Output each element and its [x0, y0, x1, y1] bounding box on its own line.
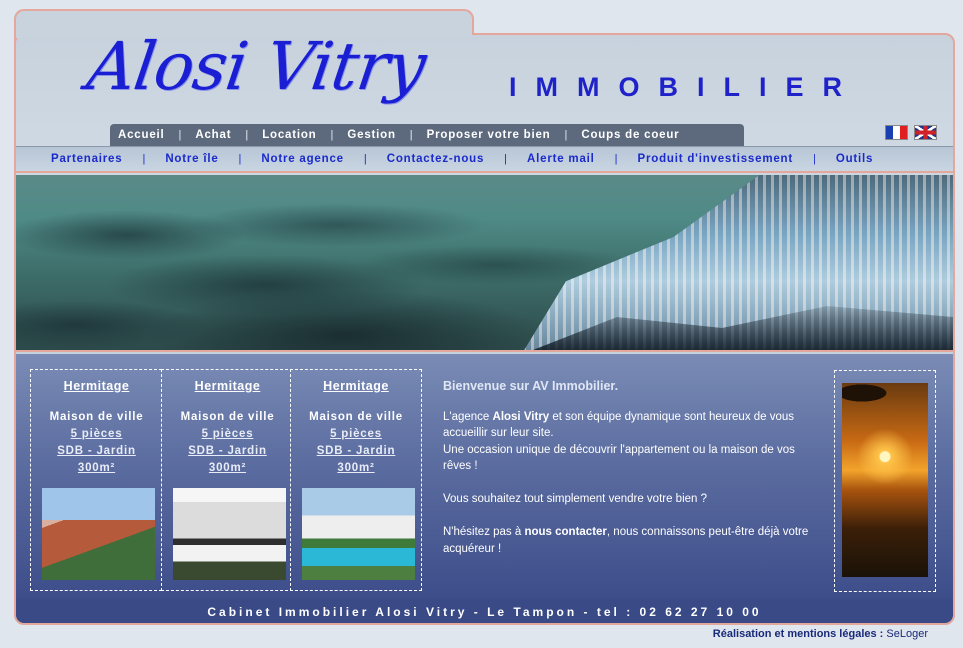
listing-location-link[interactable]: Hermitage — [291, 379, 421, 393]
listing-type: Maison de ville — [180, 411, 275, 423]
nav-proposer[interactable]: Proposer votre bien — [427, 129, 551, 141]
listing-rooms[interactable]: 5 pièces — [162, 428, 293, 440]
listing-photo[interactable] — [42, 488, 155, 580]
subnav-notre-ile[interactable]: Notre île — [165, 153, 218, 165]
secondary-nav: Partenaires | Notre île | Notre agence |… — [16, 146, 953, 173]
site-logo[interactable]: Alosi Vitry — [83, 28, 430, 105]
agency-name: Alosi Vitry — [492, 410, 550, 423]
french-flag-icon[interactable] — [885, 125, 908, 140]
credits: Réalisation et mentions légales : SeLoge… — [713, 628, 928, 640]
listing-type: Maison de ville — [49, 411, 144, 423]
site-tagline: IMMOBILIER — [509, 72, 861, 102]
subnav-outils[interactable]: Outils — [836, 153, 873, 165]
subnav-partenaires[interactable]: Partenaires — [51, 153, 122, 165]
listing-card: Hermitage Maison de ville 5 pièces SDB -… — [161, 369, 293, 591]
listing-type: Maison de ville — [309, 411, 403, 423]
listing-area[interactable]: 300m² — [291, 462, 421, 474]
listing-photo[interactable] — [302, 488, 415, 580]
welcome-title: Bienvenue sur AV Immobilier. — [443, 379, 619, 393]
nav-accueil[interactable]: Accueil — [118, 129, 165, 141]
listing-rooms[interactable]: 5 pièces — [31, 428, 162, 440]
sell-question: Vous souhaitez tout simplement vendre vo… — [443, 493, 708, 505]
main-nav: Accueil | Achat | Location | Gestion | P… — [110, 124, 744, 146]
nav-coups-de-coeur[interactable]: Coups de coeur — [581, 129, 679, 141]
listing-location-link[interactable]: Hermitage — [162, 379, 293, 393]
listing-card: Hermitage Maison de ville 5 pièces SDB -… — [30, 369, 162, 591]
listing-area[interactable]: 300m² — [162, 462, 293, 474]
footer-contact-text: Cabinet Immobilier Alosi Vitry - Le Tamp… — [207, 605, 762, 619]
listing-photo[interactable] — [173, 488, 286, 580]
subnav-contact[interactable]: Contactez-nous — [387, 153, 484, 165]
welcome-paragraph: L'agence Alosi Vitry et son équipe dynam… — [443, 410, 795, 473]
seloger-link[interactable]: SeLoger — [886, 628, 928, 640]
nav-location[interactable]: Location — [262, 129, 316, 141]
waterfall-banner-image — [16, 175, 953, 352]
subnav-alerte-mail[interactable]: Alerte mail — [527, 153, 595, 165]
english-flag-icon[interactable] — [914, 125, 937, 140]
language-switcher — [885, 125, 937, 140]
listing-card: Hermitage Maison de ville 5 pièces SDB -… — [290, 369, 422, 591]
listing-location-link[interactable]: Hermitage — [31, 379, 162, 393]
contact-paragraph: N'hésitez pas à nous contacter, nous con… — [443, 526, 809, 555]
nav-gestion[interactable]: Gestion — [347, 129, 395, 141]
footer-bar: Cabinet Immobilier Alosi Vitry - Le Tamp… — [16, 599, 953, 623]
nav-achat[interactable]: Achat — [195, 129, 231, 141]
contact-link[interactable]: nous contacter — [524, 526, 606, 538]
credits-label: Réalisation et mentions légales : — [712, 628, 884, 640]
welcome-text: Bienvenue sur AV Immobilier. L'agence Al… — [443, 378, 818, 574]
listing-features[interactable]: SDB - Jardin — [31, 445, 162, 457]
subnav-investissement[interactable]: Produit d'investissement — [638, 153, 794, 165]
listing-features[interactable]: SDB - Jardin — [291, 445, 421, 457]
listing-rooms[interactable]: 5 pièces — [291, 428, 421, 440]
subnav-notre-agence[interactable]: Notre agence — [261, 153, 343, 165]
listing-features[interactable]: SDB - Jardin — [162, 445, 293, 457]
listing-area[interactable]: 300m² — [31, 462, 162, 474]
